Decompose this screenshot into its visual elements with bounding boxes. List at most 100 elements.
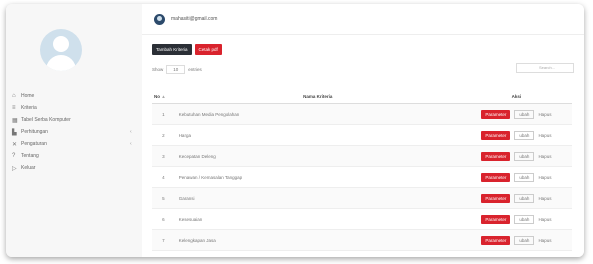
edit-button[interactable]: ubah — [514, 172, 535, 182]
print-pdf-button[interactable]: Cetak pdf — [194, 44, 222, 55]
row-actions: ParameterubahHapus — [460, 250, 572, 257]
sidebar-item-label: Pengaturan — [21, 141, 47, 147]
entries-label: entries — [188, 67, 202, 72]
avatar-head — [53, 36, 69, 52]
table-row: 7 Kelengkapan Jasa Parameter ubah Hapus — [152, 229, 572, 251]
edit-button[interactable]: ubah — [514, 109, 535, 119]
main-content: mahasiti@gmail.com Tambah Kriteria Cetak… — [142, 4, 584, 257]
sidebar-item-label: Keluar — [21, 165, 36, 171]
parameter-button[interactable]: Parameter — [481, 172, 511, 182]
toolbar: Tambah Kriteria Cetak pdf — [152, 44, 222, 55]
entries-select[interactable]: 10 — [166, 65, 186, 74]
table-row: 4 Penawan / Kemasalan Tanggap Parameter uba… — [152, 166, 572, 188]
sort-icon: ▲ — [161, 94, 166, 99]
sidebar-item-kriteria[interactable]: ≡ Kriteria — [6, 102, 142, 114]
sidebar-item-label: Perhitungan — [21, 129, 48, 135]
table-body: 1 Kebutuhan Media Pengolahan Parameter ubah… — [152, 103, 572, 257]
sidebar-item-pengaturan[interactable]: ✕ Pengaturan ‹ — [6, 138, 142, 150]
header-aksi: Aksi — [460, 90, 572, 104]
header-no[interactable]: No ▲ — [152, 90, 175, 104]
chevron-left-icon: ‹ — [130, 129, 132, 135]
parameter-button[interactable]: Parameter — [481, 151, 511, 161]
row-number: 3 — [152, 145, 175, 167]
edit-button[interactable]: ubah — [514, 214, 535, 224]
row-actions: ParameterubahHapus — [460, 208, 572, 230]
row-actions: ParameterubahHapus — [460, 229, 572, 251]
topbar: mahasiti@gmail.com — [142, 4, 584, 35]
parameter-button[interactable]: Parameter — [481, 109, 511, 119]
criteria-name: Penawan / Kemasalan Tanggap — [174, 166, 461, 188]
row-actions: ParameterubahHapus — [460, 145, 572, 167]
criteria-name: Kelengkapan Jasa — [174, 229, 461, 251]
sidebar-item-home[interactable]: ⌂ Home — [6, 90, 142, 102]
sidebar-item-tentang[interactable]: ? Tentang — [6, 150, 142, 162]
delete-button[interactable]: Hapus — [538, 133, 551, 138]
row-number: 4 — [152, 166, 175, 188]
row-actions: ParameterubahHapus — [460, 187, 572, 209]
sidebar-item-tabel-serba-komputer[interactable]: ▦ Tabel Serba Komputer — [6, 114, 142, 126]
delete-button[interactable]: Hapus — [538, 217, 551, 222]
header-name[interactable]: Nama Kriteria — [174, 90, 461, 104]
edit-button[interactable]: ubah — [514, 130, 535, 140]
delete-button[interactable]: Hapus — [538, 238, 551, 243]
help-icon: ? — [12, 153, 16, 159]
search-input[interactable]: Search... — [516, 63, 574, 73]
parameter-button[interactable]: Parameter — [481, 193, 511, 203]
sidebar: ⌂ Home ≡ Kriteria ▦ Tabel Serba Komputer ▙ Perh… — [6, 4, 142, 257]
row-actions: ParameterubahHapus — [460, 166, 572, 188]
edit-button[interactable]: ubah — [514, 193, 535, 203]
table-row: 6 Kesesuaian Parameter ubah Hapus — [152, 208, 572, 230]
criteria-name: Jarak — [174, 250, 461, 257]
row-actions: ParameterubahHapus — [460, 103, 572, 125]
show-label: Show — [152, 67, 164, 72]
table-controls: Show 10 entries Search... — [152, 63, 574, 79]
row-number: 1 — [152, 103, 175, 125]
delete-button[interactable]: Hapus — [538, 112, 551, 117]
settings-icon: ✕ — [12, 141, 18, 148]
parameter-button[interactable]: Parameter — [481, 130, 511, 140]
parameter-button[interactable]: Parameter — [481, 256, 511, 257]
list-icon: ≡ — [12, 105, 16, 111]
table-row: 8JarakParameterubahHapus — [152, 250, 572, 257]
sidebar-item-label: Kriteria — [21, 105, 37, 111]
search-control: Search... — [516, 63, 574, 73]
app-window: ⌂ Home ≡ Kriteria ▦ Tabel Serba Komputer ▙ Perh… — [6, 4, 584, 257]
edit-button[interactable]: ubah — [514, 235, 535, 245]
criteria-name: Kesesuaian — [174, 208, 461, 230]
criteria-table: No ▲ Nama Kriteria Aksi 1 Kebutuhan Media… — [152, 90, 572, 257]
chart-icon: ▙ — [12, 129, 17, 136]
add-criteria-button[interactable]: Tambah Kriteria — [152, 44, 192, 55]
avatar-body — [46, 55, 76, 71]
row-number: 2 — [152, 124, 175, 146]
user-email: mahasiti@gmail.com — [171, 16, 218, 22]
sidebar-item-label: Tabel Serba Komputer — [21, 117, 71, 123]
sidebar-item-perhitungan[interactable]: ▙ Perhitungan ‹ — [6, 126, 142, 138]
sidebar-item-keluar[interactable]: ▷ Keluar — [6, 162, 142, 174]
delete-button[interactable]: Hapus — [538, 175, 551, 180]
row-number: 7 — [152, 229, 175, 251]
edit-button[interactable]: ubah — [514, 151, 535, 161]
parameter-button[interactable]: Parameter — [481, 214, 511, 224]
sidebar-item-label: Tentang — [21, 153, 39, 159]
table-icon: ▦ — [12, 117, 18, 124]
delete-button[interactable]: Hapus — [538, 196, 551, 201]
parameter-button[interactable]: Parameter — [481, 235, 511, 245]
sidebar-menu: ⌂ Home ≡ Kriteria ▦ Tabel Serba Komputer ▙ Perh… — [6, 90, 142, 174]
table-row: 3 Kecepatan Deleng Parameter ubah Hapus — [152, 145, 572, 167]
row-number: 6 — [152, 208, 175, 230]
criteria-name: Garansi — [174, 187, 461, 209]
delete-button[interactable]: Hapus — [538, 154, 551, 159]
criteria-name: Kecepatan Deleng — [174, 145, 461, 167]
home-icon: ⌂ — [12, 93, 16, 99]
table-row: 2 Harga Parameter ubah Hapus — [152, 124, 572, 146]
row-number: 5 — [152, 187, 175, 209]
criteria-name: Kebutuhan Media Pengolahan — [174, 103, 461, 125]
row-number: 8 — [152, 250, 175, 257]
edit-button[interactable]: ubah — [514, 256, 535, 257]
entries-control: Show 10 entries — [152, 65, 574, 74]
table-header-row: No ▲ Nama Kriteria Aksi — [152, 90, 572, 104]
table-row: 5 Garansi Parameter ubah Hapus — [152, 187, 572, 209]
logout-icon: ▷ — [12, 165, 17, 172]
criteria-name: Harga — [174, 124, 461, 146]
user-icon — [154, 13, 165, 25]
